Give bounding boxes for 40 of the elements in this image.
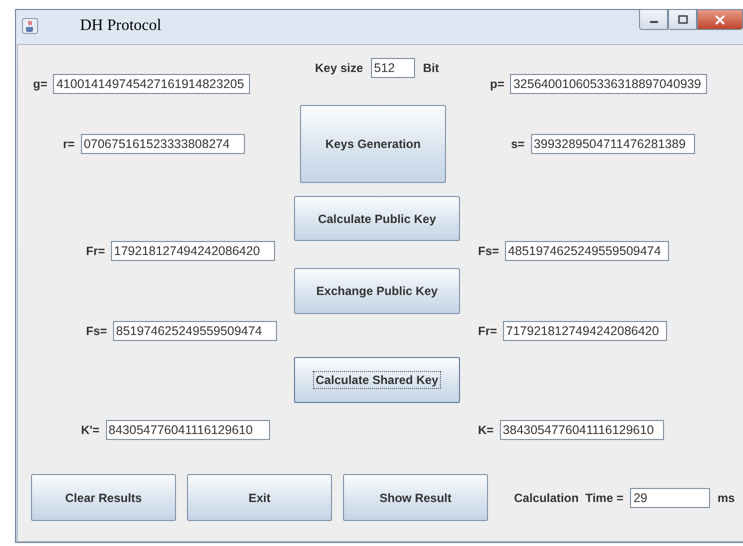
action-button[interactable]: Exit (187, 474, 332, 521)
value-field[interactable]: 325640010605336318897040939 (510, 74, 708, 94)
variable-label: p= (490, 77, 504, 91)
value-field[interactable]: 3843054776041116129610 (500, 420, 664, 440)
value-field[interactable]: 179218127494242086420 (111, 241, 276, 261)
action-button[interactable]: Exchange Public Key (294, 268, 460, 314)
action-button[interactable]: Calculate Shared Key (294, 357, 460, 403)
value-field[interactable]: 3993289504711476281389 (530, 134, 695, 154)
maximize-icon (678, 15, 688, 24)
minimize-button[interactable] (639, 9, 668, 30)
unit-label: Bit (423, 61, 440, 75)
window-title: DH Protocol (80, 17, 162, 35)
variable-label: K= (478, 423, 494, 437)
key-size-field[interactable]: 512 (371, 58, 416, 78)
value-field[interactable]: 843054776041116129610 (106, 420, 270, 440)
action-button[interactable]: Calculate Public Key (294, 196, 460, 241)
value-field[interactable]: 851974625249559509474 (113, 321, 278, 341)
value-field[interactable]: 410014149745427161914823205 (53, 74, 250, 94)
close-icon (715, 14, 725, 24)
value-field[interactable]: 7179218127494242086420 (503, 321, 668, 341)
maximize-button[interactable] (668, 9, 697, 30)
close-button[interactable] (697, 9, 743, 30)
variable-label: g= (33, 77, 48, 91)
action-button[interactable]: Keys Generation (300, 105, 446, 183)
variable-label: Fs= (86, 324, 108, 338)
value-field[interactable]: 4851974625249559509474 (505, 241, 670, 261)
time-field[interactable]: 29 (630, 488, 710, 508)
variable-label: s= (511, 137, 525, 151)
action-button[interactable]: Show Result (343, 474, 488, 521)
action-button[interactable]: Clear Results (31, 474, 176, 521)
value-field[interactable]: 070675161523333808274 (80, 134, 245, 154)
unit-label: ms (717, 490, 735, 504)
time-label: Calculation Time = (514, 490, 624, 504)
variable-label: Fr= (478, 324, 498, 338)
variable-label: Fs= (478, 244, 500, 258)
variable-label: Fr= (86, 244, 106, 258)
variable-label: r= (63, 137, 75, 151)
variable-label: K'= (81, 423, 100, 437)
coffee-cup-icon (22, 18, 38, 34)
key-size-label: Key size (314, 61, 364, 75)
